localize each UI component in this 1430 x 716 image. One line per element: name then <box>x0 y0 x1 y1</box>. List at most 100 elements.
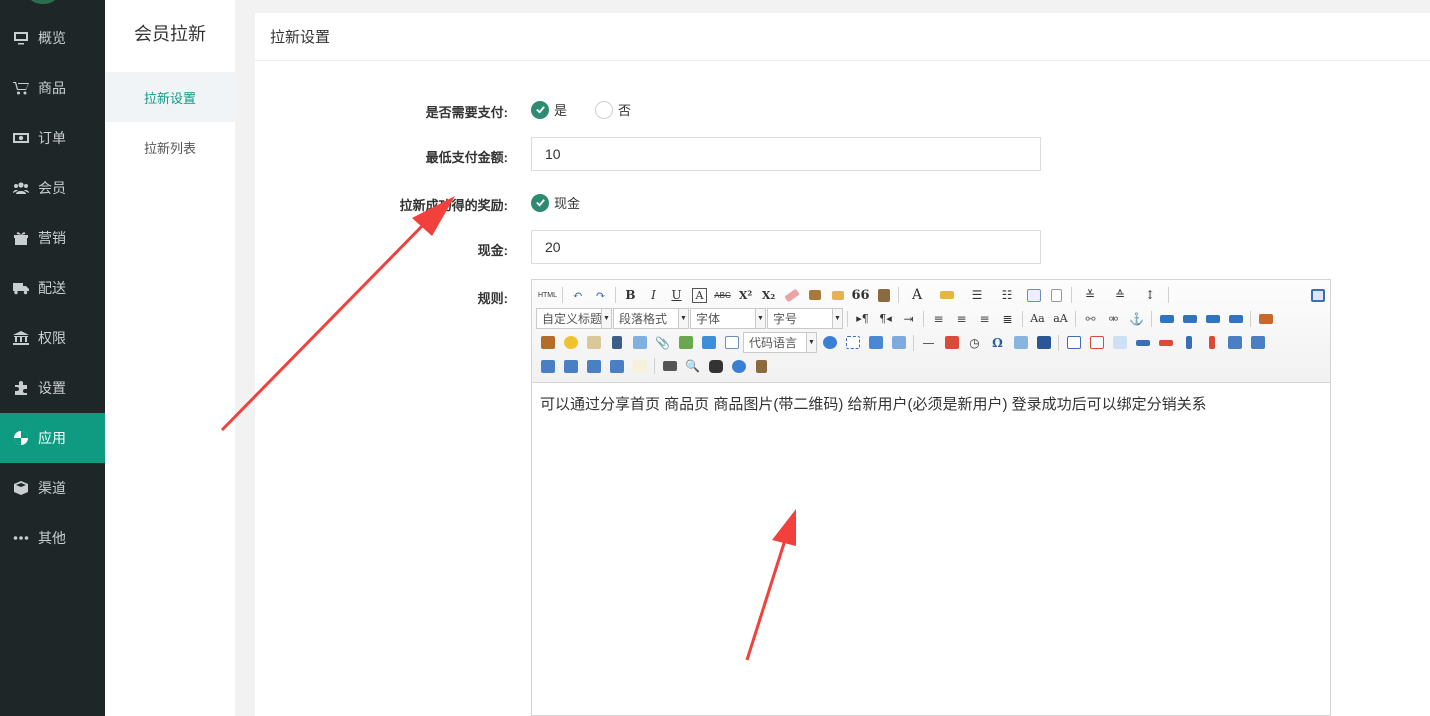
time-icon[interactable]: ◷ <box>963 333 986 353</box>
ordered-list-icon[interactable]: ☰ <box>962 285 992 305</box>
special-chars-button[interactable]: Ω <box>986 333 1009 353</box>
delete-table-icon[interactable] <box>1085 333 1108 353</box>
paste-plain-icon[interactable] <box>872 285 895 305</box>
image-center-icon[interactable] <box>1224 309 1247 329</box>
reward-cash-checkbox[interactable]: 现金 <box>531 193 580 212</box>
merge-down-icon[interactable] <box>536 356 559 376</box>
split-to-cells-icon[interactable] <box>559 356 582 376</box>
fullscreen-icon[interactable] <box>1306 285 1329 305</box>
horizontal-rule-icon[interactable]: — <box>917 333 940 353</box>
sidebar-item-marketing[interactable]: 营销 <box>0 213 105 263</box>
superscript-button[interactable]: X² <box>734 285 757 305</box>
insert-frame-icon[interactable] <box>720 333 743 353</box>
music-icon[interactable] <box>628 333 651 353</box>
map-icon[interactable] <box>674 333 697 353</box>
ltr-direction-icon[interactable]: ▸¶ <box>851 309 874 329</box>
chart-icon[interactable] <box>628 356 651 376</box>
need-pay-no-radio[interactable]: 否 <box>595 100 631 119</box>
align-justify-icon[interactable]: ≣ <box>996 309 1019 329</box>
clear-doc-icon[interactable] <box>1045 285 1068 305</box>
html-source-button[interactable]: HTML <box>536 285 559 305</box>
web-app-icon[interactable] <box>818 333 841 353</box>
merge-cells-icon[interactable] <box>1223 333 1246 353</box>
help-icon[interactable] <box>727 356 750 376</box>
editor-content[interactable]: 可以通过分享首页 商品页 商品图片(带二维码) 给新用户(必须是新用户) 登录成… <box>532 383 1330 424</box>
font-size-select[interactable]: 字号 ▼ <box>767 308 843 329</box>
drafts-icon[interactable] <box>750 356 773 376</box>
snap-screen-icon[interactable] <box>1009 333 1032 353</box>
format-brush-icon[interactable] <box>803 285 826 305</box>
insert-video-icon[interactable] <box>605 333 628 353</box>
sidebar-item-products[interactable]: 商品 <box>0 63 105 113</box>
cash-input[interactable] <box>531 230 1041 264</box>
print-icon[interactable] <box>658 356 681 376</box>
sidebar-item-members[interactable]: 会员 <box>0 163 105 213</box>
insert-image-icon[interactable] <box>536 333 559 353</box>
select-all-icon[interactable] <box>1022 285 1045 305</box>
sidebar-item-channels[interactable]: 渠道 <box>0 463 105 513</box>
image-none-icon[interactable] <box>1155 309 1178 329</box>
redo-icon[interactable]: ↷ <box>589 285 612 305</box>
attachment-icon[interactable]: 📎 <box>651 333 674 353</box>
row-spacing-top-icon[interactable]: ≚ <box>1075 285 1105 305</box>
sidebar-item-orders[interactable]: 订单 <box>0 113 105 163</box>
template-icon[interactable] <box>887 333 910 353</box>
highlight-color-icon[interactable] <box>932 285 962 305</box>
underline-button[interactable]: U <box>665 285 688 305</box>
merge-right-icon[interactable] <box>1246 333 1269 353</box>
page-break-icon[interactable] <box>841 333 864 353</box>
rtl-direction-icon[interactable]: ¶◂ <box>874 309 897 329</box>
insert-table-icon[interactable] <box>1062 333 1085 353</box>
indent-icon[interactable]: ⇥ <box>897 309 920 329</box>
date-icon[interactable] <box>940 333 963 353</box>
split-to-rows-icon[interactable] <box>582 356 605 376</box>
unordered-list-icon[interactable]: ☷ <box>992 285 1022 305</box>
align-right-icon[interactable]: ≡ <box>973 309 996 329</box>
submenu-item-invite-settings[interactable]: 拉新设置 <box>105 72 235 122</box>
preview-icon[interactable]: 🔍 <box>681 356 704 376</box>
paragraph-format-select[interactable]: 段落格式 ▼ <box>613 308 689 329</box>
strikethrough-button[interactable]: ABC <box>711 285 734 305</box>
sidebar-item-permissions[interactable]: 权限 <box>0 313 105 363</box>
simple-upload-icon[interactable] <box>1254 309 1277 329</box>
code-language-select[interactable]: 代码语言 ▼ <box>743 332 817 353</box>
bold-button[interactable]: B <box>619 285 642 305</box>
to-lowercase-icon[interactable]: aA <box>1049 309 1072 329</box>
scrawl-icon[interactable] <box>582 333 605 353</box>
sidebar-item-other[interactable]: 其他 <box>0 513 105 563</box>
align-center-icon[interactable]: ≡ <box>950 309 973 329</box>
line-height-icon[interactable]: ↕ <box>1135 285 1165 305</box>
image-left-icon[interactable] <box>1178 309 1201 329</box>
blockquote-button[interactable]: 66 <box>849 285 872 305</box>
image-right-icon[interactable] <box>1201 309 1224 329</box>
to-uppercase-icon[interactable]: Aa <box>1026 309 1049 329</box>
split-to-cols-icon[interactable] <box>605 356 628 376</box>
sidebar-item-delivery[interactable]: 配送 <box>0 263 105 313</box>
insert-paragraph-before-table-icon[interactable] <box>1108 333 1131 353</box>
sidebar-item-overview[interactable]: 概览 <box>0 13 105 63</box>
emotion-icon[interactable] <box>559 333 582 353</box>
align-left-icon[interactable]: ≡ <box>927 309 950 329</box>
insert-col-icon[interactable] <box>1177 333 1200 353</box>
subscript-button[interactable]: X₂ <box>757 285 780 305</box>
anchor-icon[interactable]: ⚓ <box>1125 309 1148 329</box>
background-icon[interactable] <box>864 333 887 353</box>
delete-col-icon[interactable] <box>1200 333 1223 353</box>
sidebar-item-apps[interactable]: 应用 <box>0 413 105 463</box>
font-border-button[interactable]: A <box>692 287 707 303</box>
submenu-item-invite-list[interactable]: 拉新列表 <box>105 122 235 172</box>
row-spacing-bottom-icon[interactable]: ≙ <box>1105 285 1135 305</box>
word-image-icon[interactable] <box>1032 333 1055 353</box>
eraser-icon[interactable] <box>780 285 803 305</box>
delete-row-icon[interactable] <box>1154 333 1177 353</box>
min-amount-input[interactable] <box>531 137 1041 171</box>
font-color-button[interactable]: A <box>902 285 932 305</box>
auto-typeset-icon[interactable] <box>826 285 849 305</box>
insert-row-icon[interactable] <box>1131 333 1154 353</box>
need-pay-yes-radio[interactable]: 是 <box>531 100 567 119</box>
unlink-icon[interactable]: ⚮ <box>1102 309 1125 329</box>
gmap-icon[interactable] <box>697 333 720 353</box>
sidebar-item-settings[interactable]: 设置 <box>0 363 105 413</box>
font-family-select[interactable]: 字体 ▼ <box>690 308 766 329</box>
undo-icon[interactable]: ↶ <box>566 285 589 305</box>
